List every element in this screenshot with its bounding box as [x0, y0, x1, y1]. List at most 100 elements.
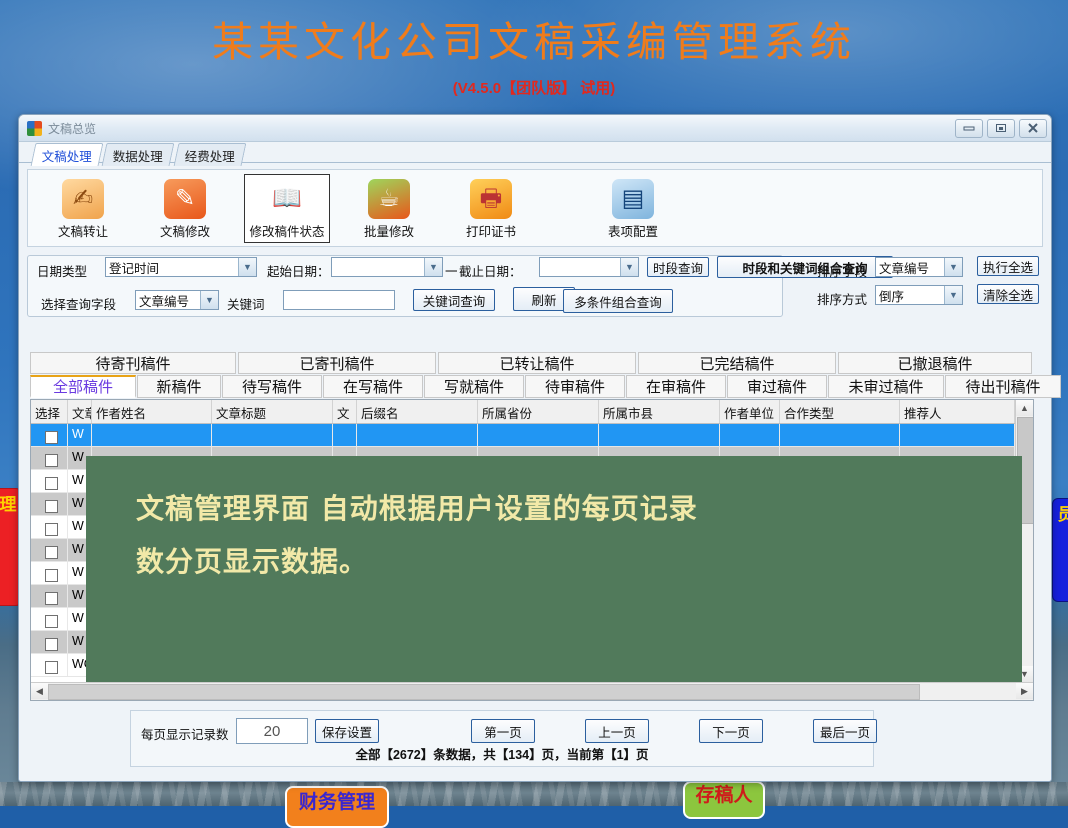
checkbox[interactable] [44, 638, 58, 651]
tab-manuscript-processing[interactable]: 文稿处理 [30, 143, 104, 166]
background-button-finance[interactable]: 财务管理 [285, 786, 389, 828]
row-select-checkbox[interactable] [31, 631, 68, 653]
table-column-header[interactable]: 所属省份 [478, 400, 599, 423]
checkbox[interactable] [44, 592, 58, 605]
table-column-header[interactable]: 推荐人 [900, 400, 1015, 423]
status-tab-completed[interactable]: 已完结稿件 [638, 352, 836, 374]
sort-field-value: 文章编号 [879, 261, 930, 276]
table-column-header[interactable]: 作者姓名 [92, 400, 212, 423]
multi-condition-query-button[interactable]: 多条件组合查询 [563, 289, 673, 313]
table-column-header[interactable]: 文章 [68, 400, 92, 423]
period-query-button[interactable]: 时段查询 [647, 257, 709, 277]
table-cell-article-no: W [68, 424, 92, 446]
table-column-header[interactable]: 后缀名 [357, 400, 478, 423]
row-select-checkbox[interactable] [31, 424, 68, 446]
table-column-header[interactable]: 选择 [31, 400, 68, 423]
row-select-checkbox[interactable] [31, 654, 68, 676]
window-titlebar: 文稿总览 [19, 115, 1051, 142]
status-tab-all[interactable]: 全部稿件 [30, 375, 136, 398]
row-select-checkbox[interactable] [31, 470, 68, 492]
toolbar-button-change-status[interactable]: 📖 修改稿件状态 [244, 173, 330, 243]
table-row[interactable]: W [31, 424, 1033, 447]
toolbar-button-transfer-manuscript[interactable]: ✍ 文稿转让 [40, 174, 126, 243]
row-select-checkbox[interactable] [31, 585, 68, 607]
scroll-right-icon[interactable]: ▶ [1016, 683, 1033, 699]
table-cell [599, 424, 720, 446]
toolbar-button-table-config[interactable]: ▤ 表项配置 [590, 174, 676, 243]
prev-page-button[interactable]: 上一页 [585, 719, 649, 743]
checkbox[interactable] [44, 500, 58, 513]
keyword-query-button[interactable]: 关键词查询 [413, 289, 495, 311]
status-tab-writing[interactable]: 在写稿件 [323, 375, 423, 398]
tab-data-processing[interactable]: 数据处理 [102, 143, 175, 166]
status-tab-to-publish[interactable]: 待出刊稿件 [945, 375, 1061, 398]
checkbox[interactable] [44, 661, 58, 674]
minimize-button[interactable] [955, 118, 983, 138]
toolbar-button-edit-manuscript[interactable]: ✎ 文稿修改 [142, 174, 228, 243]
status-tab-reviewed[interactable]: 审过稿件 [727, 375, 827, 398]
query-field-select[interactable]: 文章编号 ▼ [135, 290, 219, 310]
table-column-header[interactable]: 所属市县 [599, 400, 720, 423]
maximize-button[interactable] [987, 118, 1015, 138]
toolbar-button-print-certificate[interactable]: 🖶 打印证书 [448, 174, 534, 243]
background-tile-right[interactable]: 员 [1052, 498, 1068, 602]
clear-all-button[interactable]: 清除全选 [977, 284, 1039, 304]
checkbox[interactable] [44, 569, 58, 582]
save-settings-button[interactable]: 保存设置 [315, 719, 379, 743]
status-tab-not-reviewed[interactable]: 未审过稿件 [828, 375, 944, 398]
sort-order-select[interactable]: 倒序 ▼ [875, 285, 963, 305]
start-date-picker[interactable]: ▼ [331, 257, 443, 277]
chevron-down-icon: ▼ [620, 258, 638, 276]
scroll-left-icon[interactable]: ◀ [31, 683, 48, 699]
print-certificate-icon: 🖶 [449, 178, 533, 220]
close-button[interactable] [1019, 118, 1047, 138]
status-tab-new[interactable]: 新稿件 [137, 375, 221, 398]
table-column-header[interactable]: 合作类型 [780, 400, 900, 423]
table-column-header[interactable]: 文 [333, 400, 357, 423]
next-page-button[interactable]: 下一页 [699, 719, 763, 743]
checkbox[interactable] [44, 546, 58, 559]
table-column-header[interactable]: 文章标题 [212, 400, 333, 423]
status-tab-withdrawn[interactable]: 已撤退稿件 [838, 352, 1032, 374]
sort-field-select[interactable]: 文章编号 ▼ [875, 257, 963, 277]
horizontal-scrollbar[interactable]: ◀ ▶ [31, 682, 1033, 700]
row-select-checkbox[interactable] [31, 447, 68, 469]
status-tab-sent[interactable]: 已寄刊稿件 [238, 352, 436, 374]
checkbox[interactable] [44, 454, 58, 467]
checkbox[interactable] [44, 523, 58, 536]
page-size-input[interactable] [236, 718, 308, 744]
checkbox[interactable] [44, 615, 58, 628]
keyword-input[interactable] [283, 290, 395, 310]
row-select-checkbox[interactable] [31, 562, 68, 584]
tab-expense-processing[interactable]: 经费处理 [173, 143, 247, 166]
first-page-button[interactable]: 第一页 [471, 719, 535, 743]
status-tab-pending-send[interactable]: 待寄刊稿件 [30, 352, 236, 374]
date-type-select[interactable]: 登记时间 ▼ [105, 257, 257, 277]
tab-label: 经费处理 [184, 150, 235, 164]
query-field-value: 文章编号 [139, 294, 190, 309]
background-button-store[interactable]: 存稿人 [683, 781, 765, 819]
last-page-button[interactable]: 最后一页 [813, 719, 877, 743]
keyword-label: 关键词 [227, 298, 265, 312]
end-date-picker[interactable]: ▼ [539, 257, 639, 277]
row-select-checkbox[interactable] [31, 516, 68, 538]
status-tab-to-review[interactable]: 待审稿件 [525, 375, 625, 398]
horizontal-scroll-thumb[interactable] [48, 684, 920, 700]
tab-label: 文稿处理 [41, 150, 92, 164]
status-tab-reviewing[interactable]: 在审稿件 [626, 375, 726, 398]
row-select-checkbox[interactable] [31, 539, 68, 561]
row-select-checkbox[interactable] [31, 608, 68, 630]
checkbox[interactable] [44, 477, 58, 490]
checkbox[interactable] [44, 431, 58, 444]
row-select-checkbox[interactable] [31, 493, 68, 515]
scroll-up-icon[interactable]: ▲ [1016, 400, 1033, 416]
toolbar-button-batch-edit[interactable]: ☕ 批量修改 [346, 174, 432, 243]
select-all-button[interactable]: 执行全选 [977, 256, 1039, 276]
table-config-icon: ▤ [591, 178, 675, 220]
table-cell [720, 424, 780, 446]
table-column-header[interactable]: 作者单位 [720, 400, 780, 423]
status-tab-written[interactable]: 写就稿件 [424, 375, 524, 398]
toolbar-label: 批量修改 [363, 224, 414, 239]
status-tab-transferred[interactable]: 已转让稿件 [438, 352, 636, 374]
status-tab-to-write[interactable]: 待写稿件 [222, 375, 322, 398]
